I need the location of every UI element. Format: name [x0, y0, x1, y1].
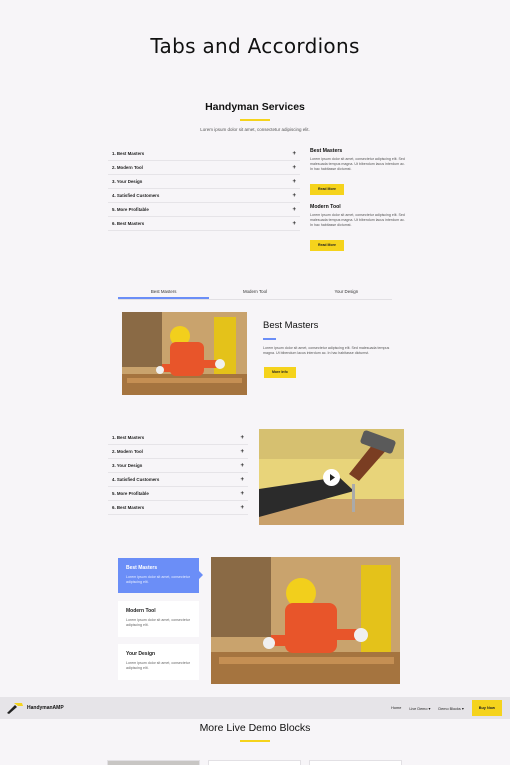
tab-bar: Best Masters Modern Tool Your Design	[118, 286, 392, 300]
service-card-text: Lorem ipsum dolor sit amet, consectetur …	[310, 213, 405, 227]
nav-link-live-demo[interactable]: Live Demo ▾	[409, 706, 430, 711]
brand-logo[interactable]: HandymanAMP	[6, 702, 64, 714]
plus-icon: +	[292, 164, 296, 171]
accordion-item-label: 1. Best Masters	[112, 151, 145, 156]
accordion-item-label: 6. Best Masters	[112, 505, 145, 510]
plus-icon: +	[240, 448, 244, 455]
vertical-tab-modern-tool[interactable]: Modern Tool Lorem ipsum dolor sit amet, …	[118, 601, 199, 637]
accordion-item-label: 2. Modern Tool	[112, 449, 143, 454]
vertical-tab-title: Best Masters	[126, 565, 158, 571]
accordion-item[interactable]: 4. Satisfied Customers +	[108, 189, 300, 203]
vertical-tab-title: Your Design	[126, 651, 156, 657]
plus-icon: +	[240, 504, 244, 511]
accordion-2: 1. Best Masters + 2. Modern Tool + 3. Your…	[108, 431, 248, 515]
accordion: 1. Best Masters + 2. Modern Tool + 3. Your…	[108, 147, 300, 231]
accordion-item[interactable]: 3. Your Design +	[108, 175, 300, 189]
accordion-item[interactable]: 6. Best Masters +	[108, 217, 300, 231]
nav-link-home[interactable]: Home	[391, 706, 401, 710]
plus-icon: +	[292, 220, 296, 227]
plus-icon: +	[292, 206, 296, 213]
service-card: Modern Tool Lorem ipsum dolor sit amet, …	[310, 204, 405, 251]
section-title: Handyman Services	[205, 101, 305, 113]
vertical-tab-title: Modern Tool	[126, 608, 156, 614]
more-demos-title: More Live Demo Blocks	[199, 722, 311, 734]
plus-icon: +	[292, 192, 296, 199]
demo-card[interactable]	[208, 760, 301, 765]
play-icon	[330, 474, 335, 481]
service-cards: Best Masters Lorem ipsum dolor sit amet,…	[310, 148, 405, 260]
accordion-item-label: 1. Best Masters	[112, 435, 145, 440]
service-card-text: Lorem ipsum dolor sit amet, consectetur …	[310, 157, 405, 171]
accordion-item[interactable]: 1. Best Masters +	[108, 147, 300, 161]
tab-modern-tool[interactable]: Modern Tool	[209, 286, 300, 299]
brand-name: HandymanAMP	[27, 705, 64, 711]
nav-links: Home Live Demo ▾ Demo Blocks ▾ Buy Now	[391, 700, 510, 716]
active-tab-arrow	[199, 571, 203, 579]
service-card-title: Modern Tool	[310, 204, 341, 210]
accordion-item-label: 5. More Profitable	[112, 207, 149, 212]
tab-your-design[interactable]: Your Design	[301, 286, 392, 299]
accordion-item[interactable]: 4. Satisfied Customers +	[108, 473, 248, 487]
accordion-item[interactable]: 3. Your Design +	[108, 459, 248, 473]
navbar: HandymanAMP Home Live Demo ▾ Demo Blocks…	[0, 697, 510, 719]
vertical-tab-text: Lorem ipsum dolor sit amet, consectetur …	[126, 661, 190, 670]
vertical-tab-text: Lorem ipsum dolor sit amet, consectetur …	[126, 575, 190, 584]
hammer-logo-icon	[7, 703, 23, 714]
accordion-item-label: 6. Best Masters	[112, 221, 145, 226]
accordion-item[interactable]: 2. Modern Tool +	[108, 445, 248, 459]
tab-best-masters[interactable]: Best Masters	[118, 286, 210, 299]
accordion-item-label: 3. Your Design	[112, 463, 143, 468]
section-subtitle: Lorem ipsum dolor sit amet, consectetur …	[200, 127, 310, 132]
plus-icon: +	[292, 178, 296, 185]
accordion-item-label: 2. Modern Tool	[112, 165, 143, 170]
plus-icon: +	[292, 150, 296, 157]
accordion-item-label: 5. More Profitable	[112, 491, 149, 496]
service-card: Best Masters Lorem ipsum dolor sit amet,…	[310, 148, 405, 195]
accordion-item-label: 4. Satisfied Customers	[112, 193, 160, 198]
plus-icon: +	[240, 490, 244, 497]
vertical-tab-text: Lorem ipsum dolor sit amet, consectetur …	[126, 618, 190, 627]
page-title: Tabs and Accordions	[150, 34, 360, 58]
plus-icon: +	[240, 476, 244, 483]
plus-icon: +	[240, 462, 244, 469]
accordion-item[interactable]: 5. More Profitable +	[108, 203, 300, 217]
demo-card[interactable]	[107, 760, 200, 765]
tab-content-title: Best Masters	[263, 320, 319, 331]
worker-image-large	[211, 557, 400, 684]
worker-image	[122, 312, 247, 395]
read-more-button[interactable]: Read More	[310, 240, 344, 251]
accordion-item[interactable]: 1. Best Masters +	[108, 431, 248, 445]
accordion-item-label: 3. Your Design	[112, 179, 143, 184]
tab-content-text: Lorem ipsum dolor sit amet, consectetur …	[263, 346, 390, 355]
more-info-button[interactable]: More Info	[264, 367, 296, 378]
nav-link-demo-blocks[interactable]: Demo Blocks ▾	[438, 706, 463, 711]
tab-content-underline	[263, 338, 276, 340]
play-button[interactable]	[323, 469, 340, 486]
accordion-item[interactable]: 2. Modern Tool +	[108, 161, 300, 175]
buy-now-button[interactable]: Buy Now	[471, 700, 502, 716]
section-underline	[240, 119, 270, 121]
vertical-tab-best-masters[interactable]: Best Masters Lorem ipsum dolor sit amet,…	[118, 558, 199, 593]
service-card-title: Best Masters	[310, 148, 343, 154]
accordion-item[interactable]: 5. More Profitable +	[108, 487, 248, 501]
more-demos-underline	[240, 740, 270, 742]
accordion-item[interactable]: 6. Best Masters +	[108, 501, 248, 515]
plus-icon: +	[240, 434, 244, 441]
read-more-button[interactable]: Read More	[310, 184, 344, 195]
vertical-tab-your-design[interactable]: Your Design Lorem ipsum dolor sit amet, …	[118, 644, 199, 680]
demo-card[interactable]	[309, 760, 402, 765]
accordion-item-label: 4. Satisfied Customers	[112, 477, 160, 482]
